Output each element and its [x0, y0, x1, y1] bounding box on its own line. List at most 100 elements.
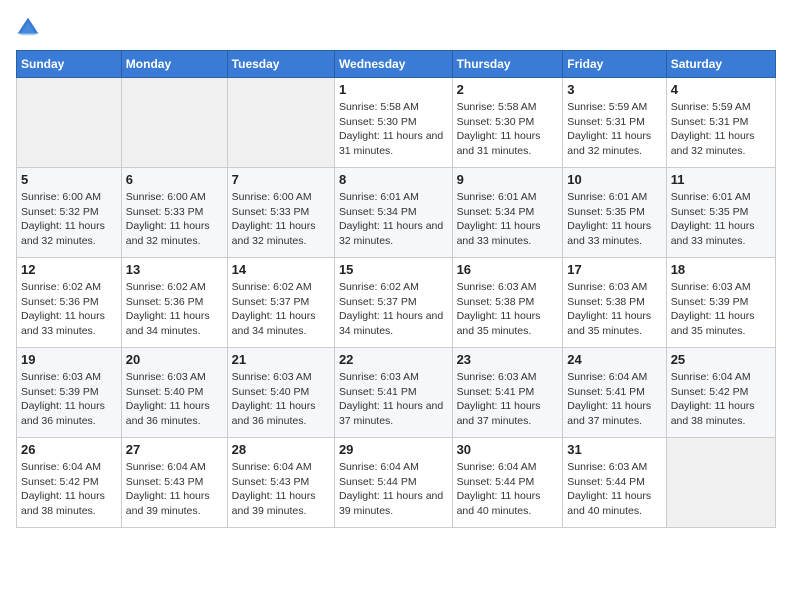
day-number: 30	[457, 442, 559, 457]
calendar-cell: 12 Sunrise: 6:02 AMSunset: 5:36 PMDayligh…	[17, 258, 122, 348]
calendar-week-4: 19Sunrise: 6:03 AMSunset: 5:39 PMDayligh…	[17, 348, 776, 438]
day-info: Sunrise: 6:03 AMSunset: 5:39 PMDaylight:…	[671, 280, 771, 339]
day-info: Sunrise: 5:59 AMSunset: 5:31 PMDaylight:…	[567, 100, 661, 159]
calendar-cell: 19Sunrise: 6:03 AMSunset: 5:39 PMDayligh…	[17, 348, 122, 438]
logo	[16, 16, 44, 40]
day-info: Sunrise: 6:03 AMSunset: 5:41 PMDaylight:…	[339, 370, 448, 429]
calendar-cell: 3 Sunrise: 5:59 AMSunset: 5:31 PMDaylight…	[563, 78, 666, 168]
calendar-cell: 2Sunrise: 5:58 AMSunset: 5:30 PMDaylight…	[452, 78, 563, 168]
calendar-cell: 5Sunrise: 6:00 AMSunset: 5:32 PMDaylight…	[17, 168, 122, 258]
calendar-week-3: 12 Sunrise: 6:02 AMSunset: 5:36 PMDayligh…	[17, 258, 776, 348]
day-number: 4	[671, 82, 771, 97]
day-info: Sunrise: 6:04 AMSunset: 5:43 PMDaylight:…	[126, 460, 223, 519]
day-info: Sunrise: 6:02 AMSunset: 5:36 PMDaylight:…	[21, 280, 117, 339]
header-day-friday: Friday	[563, 51, 666, 78]
calendar-table: SundayMondayTuesdayWednesdayThursdayFrid…	[16, 50, 776, 528]
day-info: Sunrise: 6:02 AMSunset: 5:37 PMDaylight:…	[232, 280, 330, 339]
day-number: 28	[232, 442, 330, 457]
day-info: Sunrise: 6:03 AMSunset: 5:44 PMDaylight:…	[567, 460, 661, 519]
calendar-week-1: 1 Sunrise: 5:58 AMSunset: 5:30 PMDaylight…	[17, 78, 776, 168]
calendar-cell: 22 Sunrise: 6:03 AMSunset: 5:41 PMDayligh…	[334, 348, 452, 438]
header-day-monday: Monday	[121, 51, 227, 78]
logo-icon	[16, 16, 40, 40]
day-number: 16	[457, 262, 559, 277]
day-info: Sunrise: 6:04 AMSunset: 5:42 PMDaylight:…	[671, 370, 771, 429]
calendar-cell: 14 Sunrise: 6:02 AMSunset: 5:37 PMDayligh…	[227, 258, 334, 348]
day-info: Sunrise: 6:04 AMSunset: 5:41 PMDaylight:…	[567, 370, 661, 429]
page-header	[16, 16, 776, 40]
day-number: 13	[126, 262, 223, 277]
calendar-cell: 31 Sunrise: 6:03 AMSunset: 5:44 PMDayligh…	[563, 438, 666, 528]
calendar-cell: 28 Sunrise: 6:04 AMSunset: 5:43 PMDayligh…	[227, 438, 334, 528]
calendar-cell: 27 Sunrise: 6:04 AMSunset: 5:43 PMDayligh…	[121, 438, 227, 528]
day-number: 8	[339, 172, 448, 187]
calendar-cell: 18 Sunrise: 6:03 AMSunset: 5:39 PMDayligh…	[666, 258, 775, 348]
day-info: Sunrise: 5:59 AMSunset: 5:31 PMDaylight:…	[671, 100, 771, 159]
day-number: 31	[567, 442, 661, 457]
day-number: 11	[671, 172, 771, 187]
calendar-cell: 20 Sunrise: 6:03 AMSunset: 5:40 PMDayligh…	[121, 348, 227, 438]
day-number: 29	[339, 442, 448, 457]
day-info: Sunrise: 6:03 AMSunset: 5:40 PMDaylight:…	[126, 370, 223, 429]
day-number: 21	[232, 352, 330, 367]
header-day-tuesday: Tuesday	[227, 51, 334, 78]
day-info: Sunrise: 5:58 AMSunset: 5:30 PMDaylight:…	[457, 100, 559, 159]
calendar-cell	[17, 78, 122, 168]
calendar-cell: 25Sunrise: 6:04 AMSunset: 5:42 PMDayligh…	[666, 348, 775, 438]
calendar-cell: 11 Sunrise: 6:01 AMSunset: 5:35 PMDayligh…	[666, 168, 775, 258]
day-number: 20	[126, 352, 223, 367]
header-day-wednesday: Wednesday	[334, 51, 452, 78]
day-number: 5	[21, 172, 117, 187]
header-day-thursday: Thursday	[452, 51, 563, 78]
day-info: Sunrise: 6:01 AMSunset: 5:34 PMDaylight:…	[457, 190, 559, 249]
day-info: Sunrise: 5:58 AMSunset: 5:30 PMDaylight:…	[339, 100, 448, 159]
calendar-cell: 16 Sunrise: 6:03 AMSunset: 5:38 PMDayligh…	[452, 258, 563, 348]
calendar-cell: 6 Sunrise: 6:00 AMSunset: 5:33 PMDaylight…	[121, 168, 227, 258]
calendar-cell	[666, 438, 775, 528]
day-info: Sunrise: 6:03 AMSunset: 5:38 PMDaylight:…	[457, 280, 559, 339]
day-number: 1	[339, 82, 448, 97]
calendar-cell: 10 Sunrise: 6:01 AMSunset: 5:35 PMDayligh…	[563, 168, 666, 258]
calendar-cell: 17 Sunrise: 6:03 AMSunset: 5:38 PMDayligh…	[563, 258, 666, 348]
day-number: 6	[126, 172, 223, 187]
day-info: Sunrise: 6:04 AMSunset: 5:44 PMDaylight:…	[339, 460, 448, 519]
header-day-saturday: Saturday	[666, 51, 775, 78]
calendar-header-row: SundayMondayTuesdayWednesdayThursdayFrid…	[17, 51, 776, 78]
day-number: 3	[567, 82, 661, 97]
day-info: Sunrise: 6:00 AMSunset: 5:33 PMDaylight:…	[126, 190, 223, 249]
calendar-week-5: 26Sunrise: 6:04 AMSunset: 5:42 PMDayligh…	[17, 438, 776, 528]
day-info: Sunrise: 6:03 AMSunset: 5:40 PMDaylight:…	[232, 370, 330, 429]
calendar-cell: 13 Sunrise: 6:02 AMSunset: 5:36 PMDayligh…	[121, 258, 227, 348]
day-info: Sunrise: 6:01 AMSunset: 5:35 PMDaylight:…	[567, 190, 661, 249]
day-info: Sunrise: 6:01 AMSunset: 5:35 PMDaylight:…	[671, 190, 771, 249]
day-info: Sunrise: 6:00 AMSunset: 5:33 PMDaylight:…	[232, 190, 330, 249]
day-info: Sunrise: 6:02 AMSunset: 5:37 PMDaylight:…	[339, 280, 448, 339]
calendar-cell: 21 Sunrise: 6:03 AMSunset: 5:40 PMDayligh…	[227, 348, 334, 438]
day-number: 9	[457, 172, 559, 187]
day-number: 18	[671, 262, 771, 277]
day-info: Sunrise: 6:02 AMSunset: 5:36 PMDaylight:…	[126, 280, 223, 339]
day-number: 26	[21, 442, 117, 457]
day-number: 27	[126, 442, 223, 457]
calendar-cell: 30 Sunrise: 6:04 AMSunset: 5:44 PMDayligh…	[452, 438, 563, 528]
calendar-cell: 8 Sunrise: 6:01 AMSunset: 5:34 PMDaylight…	[334, 168, 452, 258]
day-number: 14	[232, 262, 330, 277]
day-number: 12	[21, 262, 117, 277]
day-number: 17	[567, 262, 661, 277]
day-number: 23	[457, 352, 559, 367]
calendar-cell: 26Sunrise: 6:04 AMSunset: 5:42 PMDayligh…	[17, 438, 122, 528]
day-info: Sunrise: 6:04 AMSunset: 5:44 PMDaylight:…	[457, 460, 559, 519]
day-info: Sunrise: 6:03 AMSunset: 5:38 PMDaylight:…	[567, 280, 661, 339]
day-number: 22	[339, 352, 448, 367]
day-number: 7	[232, 172, 330, 187]
calendar-cell: 15 Sunrise: 6:02 AMSunset: 5:37 PMDayligh…	[334, 258, 452, 348]
day-info: Sunrise: 6:04 AMSunset: 5:43 PMDaylight:…	[232, 460, 330, 519]
day-number: 10	[567, 172, 661, 187]
calendar-cell: 4 Sunrise: 5:59 AMSunset: 5:31 PMDaylight…	[666, 78, 775, 168]
day-info: Sunrise: 6:01 AMSunset: 5:34 PMDaylight:…	[339, 190, 448, 249]
day-info: Sunrise: 6:03 AMSunset: 5:39 PMDaylight:…	[21, 370, 117, 429]
day-info: Sunrise: 6:03 AMSunset: 5:41 PMDaylight:…	[457, 370, 559, 429]
day-number: 24	[567, 352, 661, 367]
day-number: 15	[339, 262, 448, 277]
calendar-cell	[227, 78, 334, 168]
